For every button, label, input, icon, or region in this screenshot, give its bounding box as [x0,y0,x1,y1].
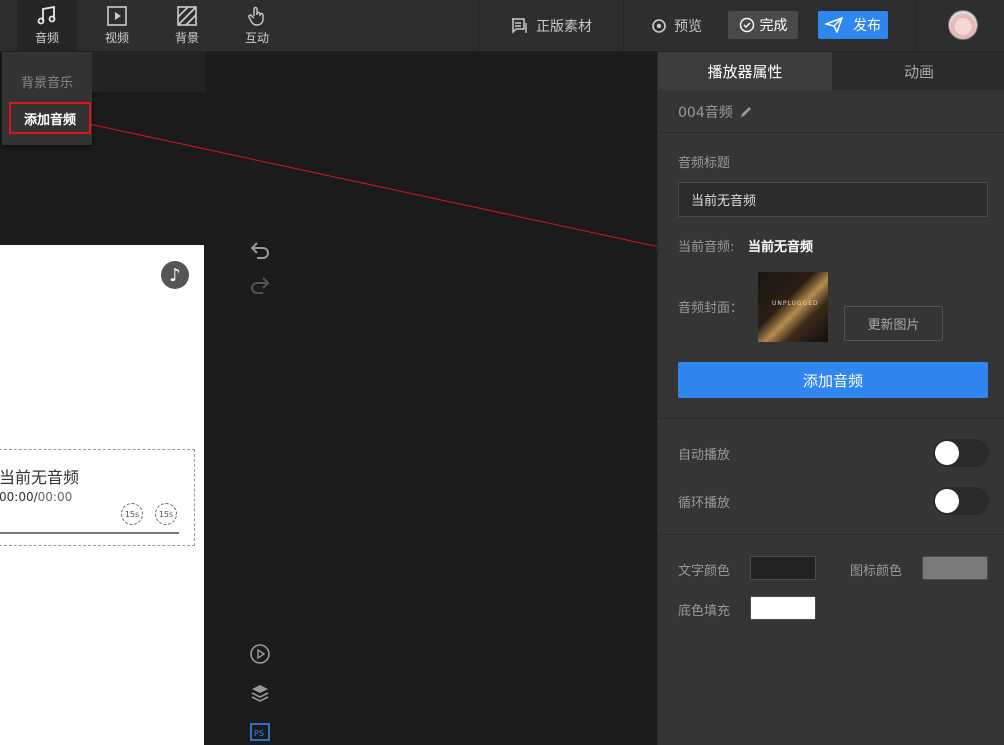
skip-forward-icon[interactable]: 15s [155,503,177,525]
preview-button[interactable]: 预览 [650,0,702,52]
check-circle-icon [739,17,754,33]
icon-color-label: 图标颜色 [850,564,903,579]
tool-video-label: 视频 [104,31,129,45]
licensed-material-button[interactable]: 正版素材 [510,0,592,52]
video-icon [107,6,127,26]
menu-item-add-audio[interactable]: 添加音频 [9,102,91,134]
play-preview-icon[interactable] [249,643,271,665]
toolbar-divider [915,0,916,52]
audio-title-input[interactable]: 当前无音频 [678,182,988,217]
tool-audio[interactable]: 音频 [17,0,77,52]
audio-title-label: 音频标题 [678,156,731,171]
toggle-knob [935,441,959,465]
panel-divider [658,418,1004,419]
current-audio-value: 当前无音频 [748,240,814,255]
menu-item-background-music[interactable]: 背景音乐 [2,72,92,91]
send-icon [825,17,843,33]
background-icon [177,6,197,26]
avatar[interactable] [948,10,978,40]
toolbar-divider [623,0,624,52]
hand-touch-icon [248,6,264,26]
player-time: 00:00/00:00 [0,490,72,504]
autoplay-label: 自动播放 [678,448,731,463]
done-label: 完成 [759,18,788,34]
text-color-swatch[interactable] [750,556,816,580]
panel-divider [658,132,1004,133]
music-note-icon [37,5,56,25]
audio-cover-image[interactable]: UNPLUGGED [758,272,828,342]
publish-button[interactable]: 发布 [818,11,888,39]
music-note-icon[interactable]: ♪ [161,261,189,289]
current-audio-label: 当前音频: [678,240,735,255]
tool-background-label: 背景 [174,31,199,45]
tool-background[interactable]: 背景 [157,0,217,52]
material-icon [512,18,527,34]
component-name-text: 004音频 [678,105,733,121]
fill-color-label: 底色填充 [678,604,731,619]
publish-label: 发布 [853,18,881,34]
tab-player-properties[interactable]: 播放器属性 [658,52,832,90]
properties-panel: 播放器属性 动画 004音频 音频标题 当前无音频 当前音频: 当前无音频 音频… [657,52,1004,745]
tab-animation[interactable]: 动画 [832,52,1004,90]
player-title: 当前无音频 [0,468,80,487]
loop-label: 循环播放 [678,496,731,511]
redo-icon[interactable] [249,274,271,296]
cover-label: 音频封面： [678,301,744,316]
preview-label: 预览 [674,19,702,35]
panel-tabs: 播放器属性 动画 [658,52,1004,90]
tool-interact[interactable]: 互动 [227,0,287,52]
edit-icon[interactable] [739,105,753,119]
loop-toggle[interactable] [933,487,989,515]
audio-player-component[interactable]: 当前无音频 00:00/00:00 15s 15s [0,449,195,546]
text-color-label: 文字颜色 [678,564,731,579]
autoplay-toggle[interactable] [933,439,989,467]
fill-color-swatch[interactable] [750,596,816,620]
done-button[interactable]: 完成 [728,11,798,39]
panel-divider [658,534,1004,535]
player-progress-bar[interactable] [0,532,179,534]
ps-import-icon[interactable]: PS [249,721,271,743]
audio-dropdown-menu: 背景音乐 添加音频 [2,52,92,145]
toggle-knob [935,489,959,513]
toolbar-divider [478,0,479,52]
cover-art-text: UNPLUGGED [772,300,819,307]
add-audio-button[interactable]: 添加音频 [678,362,988,398]
layers-icon[interactable] [249,682,271,704]
top-toolbar: 音频 视频 背景 互动 正版素材 预览 完成 发布 [0,0,1004,52]
tool-interact-label: 互动 [244,31,269,45]
player-current-time: 00:00 [0,490,34,504]
skip-back-icon[interactable]: 15s [121,503,143,525]
licensed-material-label: 正版素材 [536,19,592,35]
annotation-arrow-line [88,123,665,251]
secondary-toolbar-strip [92,52,205,92]
undo-icon[interactable] [249,239,271,261]
player-total-time: 00:00 [37,490,73,504]
component-name[interactable]: 004音频 [678,102,753,122]
change-image-button[interactable]: 更新图片 [844,306,943,341]
tool-video[interactable]: 视频 [87,0,147,52]
eye-icon [652,19,666,33]
svg-text:PS: PS [254,729,264,738]
tool-audio-label: 音频 [34,31,59,45]
icon-color-swatch[interactable] [922,556,988,580]
canvas-page[interactable]: ♪ 当前无音频 00:00/00:00 15s 15s [0,245,204,745]
